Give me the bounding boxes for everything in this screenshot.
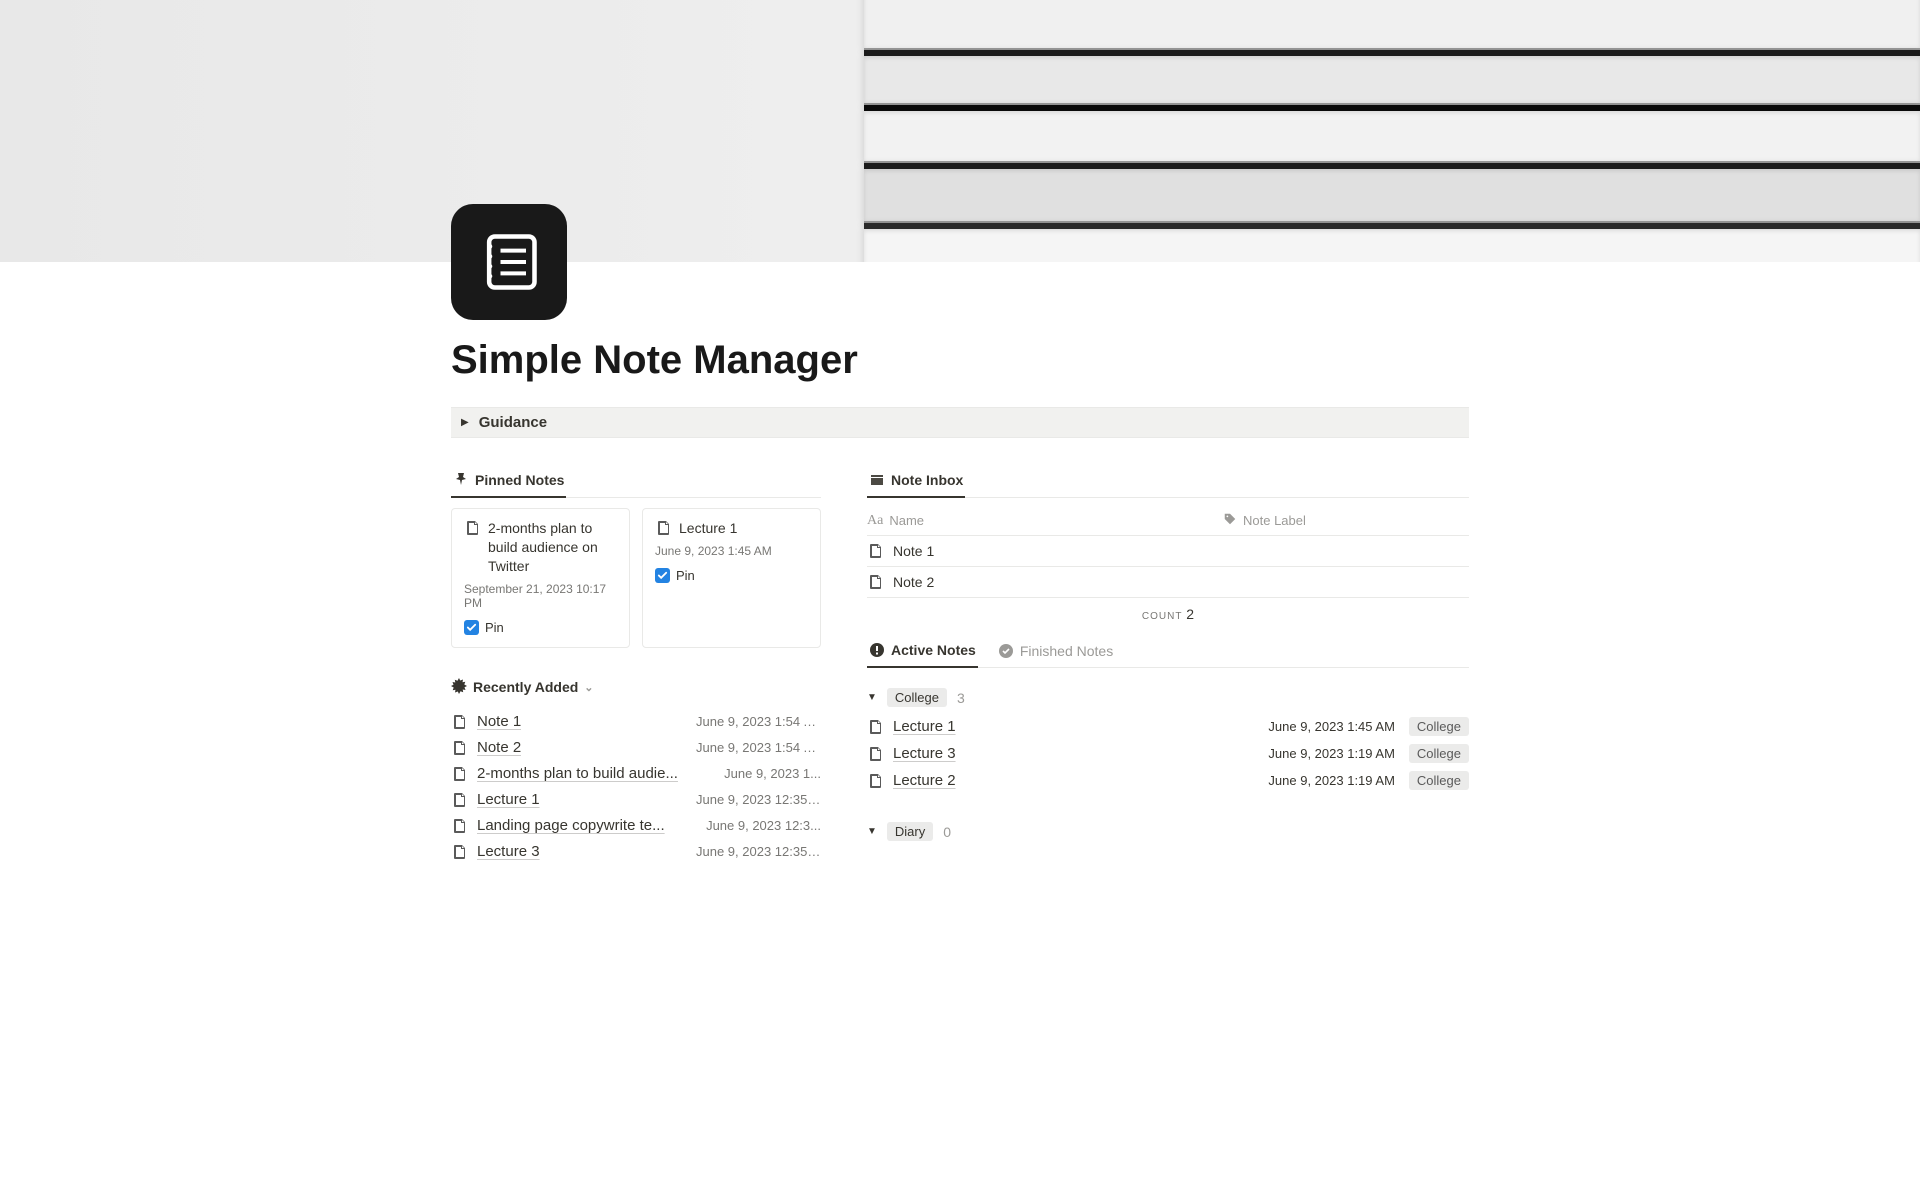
pin-label: Pin bbox=[676, 568, 695, 583]
chevron-down-icon: ⌄ bbox=[584, 681, 593, 694]
tab-note-inbox[interactable]: Note Inbox bbox=[867, 466, 965, 498]
page-icon bbox=[867, 718, 885, 736]
page-icon bbox=[464, 519, 482, 537]
page-icon bbox=[867, 745, 885, 763]
item-title: Lecture 3 bbox=[477, 843, 540, 860]
triangle-right-icon: ▶ bbox=[461, 417, 469, 428]
item-title: Lecture 1 bbox=[893, 718, 956, 735]
list-item[interactable]: 2-months plan to build audie... June 9, … bbox=[451, 761, 821, 787]
page-icon[interactable] bbox=[451, 204, 567, 320]
item-date: June 9, 2023 12:35 ... bbox=[696, 844, 821, 859]
card-title: 2-months plan to build audience on Twitt… bbox=[488, 519, 617, 576]
inbox-table-header: Aa Name Note Label bbox=[867, 508, 1469, 536]
tab-active-notes[interactable]: Active Notes bbox=[867, 636, 978, 668]
item-title: Note 1 bbox=[477, 713, 521, 730]
column-label-label: Note Label bbox=[1243, 513, 1306, 528]
tab-inbox-label: Note Inbox bbox=[891, 472, 963, 488]
pin-icon bbox=[453, 472, 469, 488]
pin-checkbox[interactable] bbox=[464, 620, 479, 635]
item-date: June 9, 2023 1:54 AM bbox=[696, 714, 821, 729]
guidance-label: Guidance bbox=[479, 414, 547, 431]
group-name: College bbox=[887, 688, 947, 707]
card-date: June 9, 2023 1:45 AM bbox=[655, 544, 808, 558]
tag-icon bbox=[1223, 512, 1237, 529]
page-icon bbox=[451, 843, 469, 861]
list-item[interactable]: Lecture 3 June 9, 2023 12:35 ... bbox=[451, 839, 821, 865]
item-date: June 9, 2023 1... bbox=[724, 766, 821, 781]
item-date: June 9, 2023 1:19 AM bbox=[1268, 773, 1394, 788]
recently-added-header[interactable]: Recently Added ⌄ bbox=[451, 678, 821, 697]
list-item[interactable]: Lecture 3 June 9, 2023 1:19 AM College bbox=[867, 740, 1469, 767]
item-date: June 9, 2023 1:19 AM bbox=[1268, 746, 1394, 761]
item-tag: College bbox=[1409, 717, 1469, 736]
item-tag: College bbox=[1409, 744, 1469, 763]
check-icon bbox=[657, 570, 668, 581]
table-row[interactable]: Note 2 bbox=[867, 567, 1469, 598]
group-toggle-college[interactable]: ▼ College 3 bbox=[867, 678, 1469, 713]
tab-finished-label: Finished Notes bbox=[1020, 643, 1113, 659]
group-toggle-diary[interactable]: ▼ Diary 0 bbox=[867, 812, 1469, 847]
card-date: September 21, 2023 10:17 PM bbox=[464, 582, 617, 610]
page-icon bbox=[655, 519, 673, 537]
card-title: Lecture 1 bbox=[679, 519, 737, 538]
item-tag: College bbox=[1409, 771, 1469, 790]
list-item[interactable]: Lecture 1 June 9, 2023 1:45 AM College bbox=[867, 713, 1469, 740]
group-count: 3 bbox=[957, 690, 965, 706]
item-date: June 9, 2023 12:3... bbox=[706, 818, 821, 833]
list-item[interactable]: Lecture 1 June 9, 2023 12:35 ... bbox=[451, 787, 821, 813]
list-item[interactable]: Note 2 June 9, 2023 1:54 AM bbox=[451, 735, 821, 761]
item-title: Landing page copywrite te... bbox=[477, 817, 665, 834]
cover-image bbox=[0, 0, 1920, 262]
pinned-card[interactable]: Lecture 1 June 9, 2023 1:45 AM Pin bbox=[642, 508, 821, 648]
page-icon bbox=[867, 573, 885, 591]
pinned-card[interactable]: 2-months plan to build audience on Twitt… bbox=[451, 508, 630, 648]
page-icon bbox=[451, 765, 469, 783]
column-name-label: Name bbox=[889, 513, 924, 528]
list-item[interactable]: Lecture 2 June 9, 2023 1:19 AM College bbox=[867, 767, 1469, 794]
triangle-down-icon: ▼ bbox=[867, 826, 877, 837]
check-circle-icon bbox=[998, 643, 1014, 659]
page-icon bbox=[867, 542, 885, 560]
tab-finished-notes[interactable]: Finished Notes bbox=[996, 636, 1115, 667]
guidance-toggle[interactable]: ▶ Guidance bbox=[451, 407, 1469, 438]
notebook-icon bbox=[475, 228, 543, 296]
item-date: June 9, 2023 1:54 AM bbox=[696, 740, 821, 755]
table-row[interactable]: Note 1 bbox=[867, 536, 1469, 567]
page-icon bbox=[867, 772, 885, 790]
row-title: Note 2 bbox=[893, 574, 934, 590]
page-icon bbox=[451, 713, 469, 731]
check-icon bbox=[466, 622, 477, 633]
item-date: June 9, 2023 12:35 ... bbox=[696, 792, 821, 807]
recently-added-label: Recently Added bbox=[473, 679, 578, 695]
inbox-count: COUNT 2 bbox=[867, 598, 1469, 636]
item-title: Lecture 1 bbox=[477, 791, 540, 808]
inbox-icon bbox=[869, 472, 885, 488]
list-item[interactable]: Landing page copywrite te... June 9, 202… bbox=[451, 813, 821, 839]
group-name: Diary bbox=[887, 822, 933, 841]
pin-checkbox[interactable] bbox=[655, 568, 670, 583]
item-title: Lecture 2 bbox=[893, 772, 956, 789]
tab-pinned-label: Pinned Notes bbox=[475, 472, 564, 488]
item-title: Note 2 bbox=[477, 739, 521, 756]
pin-label: Pin bbox=[485, 620, 504, 635]
triangle-down-icon: ▼ bbox=[867, 692, 877, 703]
exclamation-circle-icon bbox=[869, 642, 885, 658]
page-icon bbox=[451, 817, 469, 835]
page-title: Simple Note Manager bbox=[451, 338, 1469, 383]
item-title: 2-months plan to build audie... bbox=[477, 765, 678, 782]
burst-icon bbox=[451, 678, 467, 697]
text-icon: Aa bbox=[867, 513, 883, 529]
item-title: Lecture 3 bbox=[893, 745, 956, 762]
tab-pinned-notes[interactable]: Pinned Notes bbox=[451, 466, 566, 498]
page-icon bbox=[451, 791, 469, 809]
tab-active-label: Active Notes bbox=[891, 642, 976, 658]
page-icon bbox=[451, 739, 469, 757]
list-item[interactable]: Note 1 June 9, 2023 1:54 AM bbox=[451, 709, 821, 735]
row-title: Note 1 bbox=[893, 543, 934, 559]
group-count: 0 bbox=[943, 824, 951, 840]
item-date: June 9, 2023 1:45 AM bbox=[1268, 719, 1394, 734]
